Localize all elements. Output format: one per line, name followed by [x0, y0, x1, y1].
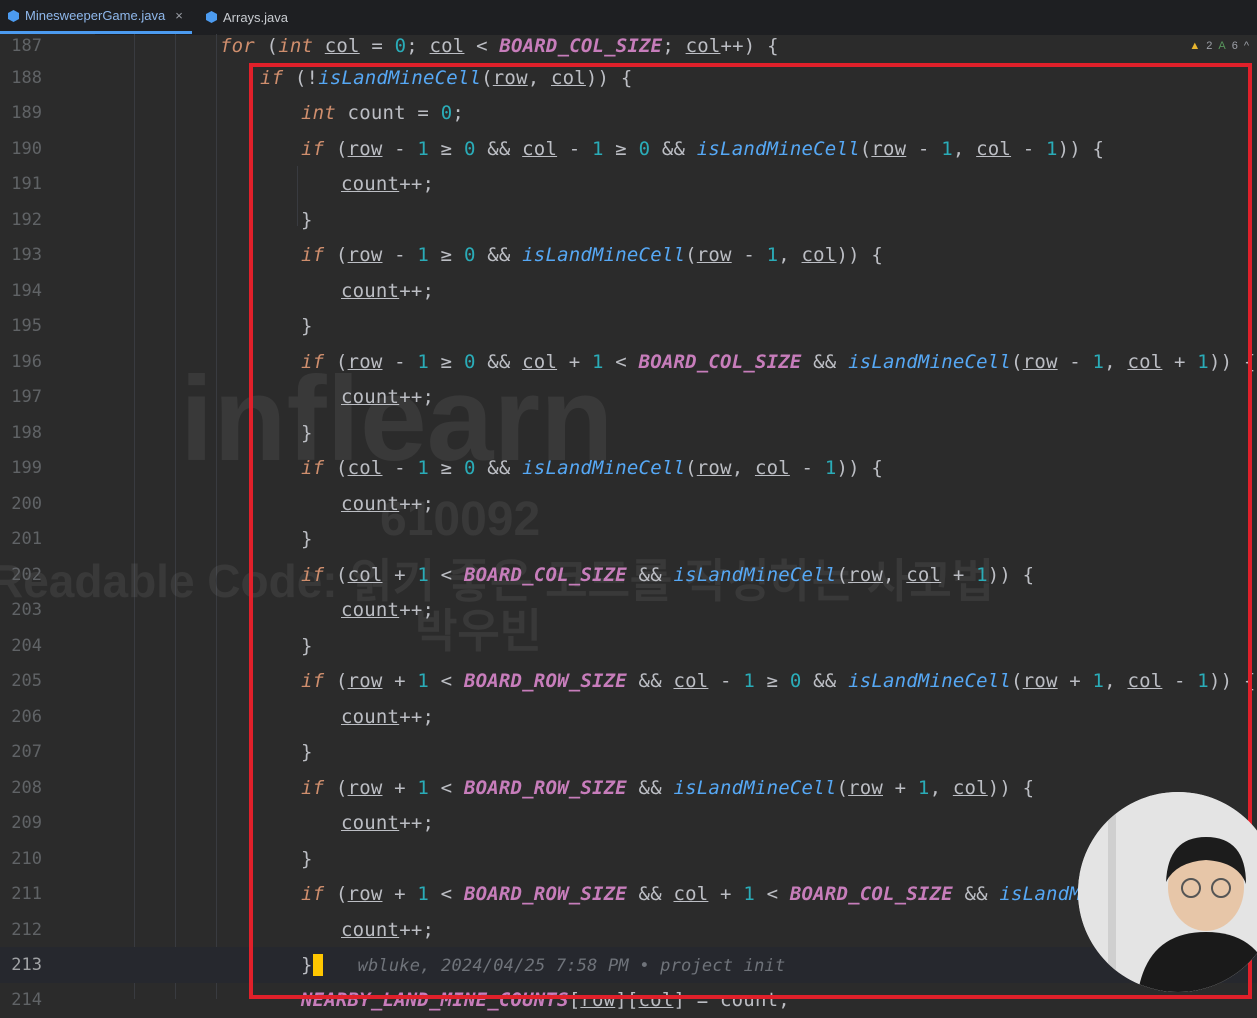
line-number: 207 — [11, 741, 42, 762]
line-number: 197 — [11, 386, 42, 407]
line-number: 198 — [11, 422, 42, 443]
close-icon[interactable]: × — [175, 8, 183, 23]
line-number: 195 — [11, 315, 42, 336]
line-number: 203 — [11, 599, 42, 620]
line-number: 213 — [11, 954, 42, 975]
code-line[interactable]: 187 for (int col = 0; col < BOARD_COL_SI… — [0, 28, 1257, 64]
line-number: 196 — [11, 351, 42, 372]
code-text: for (int col = 0; col < BOARD_COL_SIZE; … — [220, 34, 779, 57]
line-number: 193 — [11, 244, 42, 265]
line-number: 210 — [11, 848, 42, 869]
line-number: 190 — [11, 138, 42, 159]
line-number: 209 — [11, 812, 42, 833]
tab-label: Arrays.java — [223, 9, 289, 25]
line-number: 199 — [11, 457, 42, 478]
line-number: 208 — [11, 777, 42, 798]
line-number: 211 — [11, 883, 42, 904]
line-number: 187 — [11, 35, 42, 56]
line-number: 204 — [11, 635, 42, 656]
line-number: 205 — [11, 670, 42, 691]
line-number: 191 — [11, 173, 42, 194]
java-class-icon — [8, 9, 19, 22]
line-number: 189 — [11, 102, 42, 123]
java-class-icon — [206, 11, 217, 23]
tab-label: MinesweeperGame.java — [25, 8, 166, 23]
line-number: 201 — [11, 528, 42, 549]
line-number: 202 — [11, 564, 42, 585]
line-number: 194 — [11, 280, 42, 301]
line-number: 192 — [11, 209, 42, 230]
line-number: 188 — [11, 67, 42, 88]
line-number: 214 — [11, 989, 42, 1010]
line-number: 212 — [11, 919, 42, 940]
line-number: 206 — [11, 706, 42, 727]
line-number: 200 — [11, 493, 42, 514]
